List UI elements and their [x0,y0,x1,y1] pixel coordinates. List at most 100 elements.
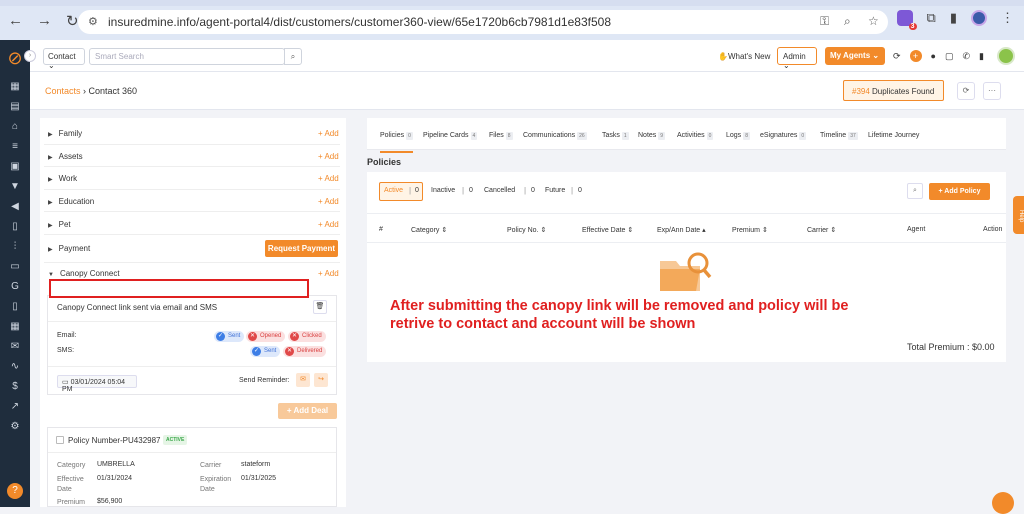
mail-icon[interactable]: ✉ [0,336,30,356]
list-icon[interactable]: ≡ [0,136,30,156]
tab-tasks[interactable]: Tasks 1 [602,132,629,140]
refresh-button[interactable]: ⟳ [957,82,975,100]
browser-menu-icon[interactable]: ⋮ [1001,10,1014,26]
chart-icon[interactable]: ↗ [0,396,30,416]
mobile-icon[interactable]: ▮ [979,51,984,62]
settings-icon[interactable]: ⚙ [0,416,30,436]
calendar-icon[interactable]: ▦ [0,316,30,336]
file-icon[interactable]: ▯ [0,296,30,316]
zoom-icon[interactable]: ⌕ [844,14,851,29]
tab-esignatures[interactable]: eSignatures 0 [760,132,807,140]
help-circle-icon[interactable]: ? [7,483,23,499]
delete-icon[interactable]: 🗑 [313,300,327,314]
tab-count: 0 [406,132,413,140]
chat-bubble-icon[interactable] [992,492,1014,514]
user-avatar[interactable] [997,47,1015,65]
reminder-share-icon[interactable]: ↪ [314,373,328,387]
col-exp-ann-date[interactable]: Exp/Ann Date ▴ [657,226,706,234]
add-icon[interactable]: + [909,50,922,62]
whats-new-link[interactable]: ✋What's New [718,52,770,61]
phone-icon[interactable]: ✆ [963,51,971,62]
tab-files[interactable]: Files 8 [489,132,513,140]
duplicates-found-button[interactable]: #394 Duplicates Found [843,80,944,101]
tab-notes[interactable]: Notes 9 [638,132,666,140]
add-canopy-button[interactable]: + Add [318,269,339,278]
contact-card-icon[interactable]: ▣ [0,156,30,176]
section-education[interactable]: ▶ Education [48,197,94,206]
add-policy-button[interactable]: + Add Policy [929,183,990,200]
col-effective-date[interactable]: Effective Date ⇕ [582,226,633,234]
profile-avatar[interactable] [971,10,987,26]
back-icon[interactable]: ← [8,12,23,30]
megaphone-icon[interactable]: ◀ [0,196,30,216]
site-info-icon[interactable]: ⚙ [88,15,98,28]
accounts-icon[interactable]: ▤ [0,96,30,116]
reminder-message-icon[interactable]: ✉ [296,373,310,387]
section-assets[interactable]: ▶ Assets [48,152,83,161]
add-assets-button[interactable]: + Add [318,152,339,161]
tab-communications[interactable]: Communications 26 [523,132,587,140]
admin-select[interactable]: Admin ⌄ [777,47,817,70]
section-pet[interactable]: ▶ Pet [48,220,71,229]
help-tab[interactable]: Help [1013,196,1024,234]
document-icon[interactable]: ▯ [0,216,30,236]
message-icon[interactable]: ▢ [945,51,954,62]
dashboard-icon[interactable]: ▦ [0,76,30,96]
filter-active-count: 0 [415,187,419,194]
side-panel-icon[interactable]: ▮ [950,10,957,26]
add-work-button[interactable]: + Add [318,174,339,183]
bookmark-star-icon[interactable]: ☆ [868,14,879,28]
filter-icon[interactable]: ▼ [0,176,30,196]
section-canopy-connect[interactable]: ▼ Canopy Connect [48,269,120,278]
col-premium[interactable]: Premium ⇕ [732,226,768,234]
policy-number[interactable]: Policy Number-PU432987 [68,436,161,445]
bank-icon[interactable]: ⌂ [0,116,30,136]
extensions-puzzle-icon[interactable]: ⧉ [927,10,936,26]
sync-icon[interactable]: ⟳ [893,51,901,62]
col-policy-no[interactable]: Policy No. ⇕ [507,226,546,234]
collapse-sidebar-icon[interactable]: › [24,50,36,62]
section-label: Education [58,197,95,206]
policy-checkbox[interactable] [56,436,64,444]
smart-search-input[interactable]: Smart Search [89,48,285,65]
reload-icon[interactable]: ↻ [66,12,79,30]
handshake-icon[interactable]: ∿ [0,356,30,376]
address-bar[interactable]: ⚙ insuredmine.info/agent-portal4/dist/cu… [78,10,888,34]
tab-label: Policies [380,132,405,139]
section-family[interactable]: ▶ Family [48,129,82,138]
request-payment-button[interactable]: Request Payment [265,240,338,257]
folder-icon[interactable]: ▭ [0,256,30,276]
caret-right-icon: ▶ [48,155,53,161]
forward-icon[interactable]: → [37,12,52,30]
col-category[interactable]: Category ⇕ [411,226,447,234]
my-agents-button[interactable]: My Agents ⌄ [825,47,885,65]
filter-active[interactable]: Active [384,187,403,194]
tab-logs[interactable]: Logs 8 [726,132,750,140]
filter-future[interactable]: Future [545,187,565,194]
bell-icon[interactable]: ● [931,51,936,61]
add-family-button[interactable]: + Add [318,129,339,138]
extension-icon[interactable]: 3 [896,10,917,30]
tab-activities[interactable]: Activities 0 [677,132,714,140]
tab-policies[interactable]: Policies 0 [380,132,413,153]
section-payment[interactable]: ▶ Payment [48,244,90,253]
breadcrumb-contacts-link[interactable]: Contacts [45,86,81,96]
section-work[interactable]: ▶ Work [48,174,77,183]
policy-search-icon[interactable]: ⌕ [907,183,923,199]
tab-lifetime-journey[interactable]: Lifetime Journey [868,132,919,139]
filter-inactive[interactable]: Inactive [431,187,455,194]
google-icon[interactable]: G [0,276,30,296]
add-education-button[interactable]: + Add [318,197,339,206]
analytics-icon[interactable]: ⫶ [0,236,30,256]
tab-pipeline-cards[interactable]: Pipeline Cards 4 [423,132,478,140]
contact-type-select[interactable]: Contact ⌄ [43,48,85,70]
key-icon[interactable]: ⚿ [820,14,829,29]
add-deal-button[interactable]: + Add Deal [278,403,337,419]
tab-timeline[interactable]: Timeline 37 [820,132,858,140]
dollar-icon[interactable]: $ [0,376,30,396]
col-carrier[interactable]: Carrier ⇕ [807,226,836,234]
filter-cancelled[interactable]: Cancelled [484,187,515,194]
add-pet-button[interactable]: + Add [318,220,339,229]
search-icon[interactable]: ⌕ [284,48,302,65]
more-options-button[interactable]: ··· [983,82,1001,100]
